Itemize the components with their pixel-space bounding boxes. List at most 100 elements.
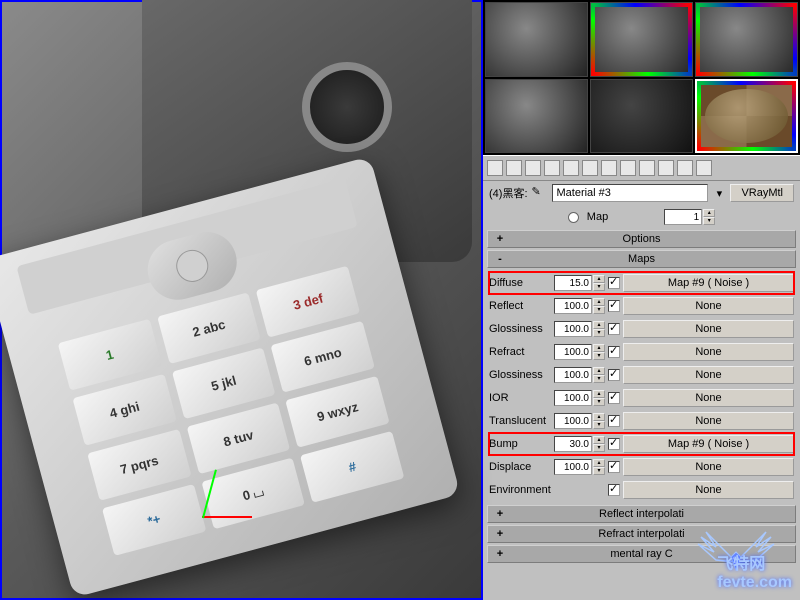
- pick-icon[interactable]: ✎: [532, 185, 548, 201]
- slot-index-label: (4)黑客:: [489, 185, 528, 201]
- put-to-scene-icon[interactable]: [506, 160, 522, 176]
- map-enable-checkbox[interactable]: [608, 484, 620, 496]
- spinner-down-icon[interactable]: ▾: [593, 375, 605, 383]
- spinner-down-icon[interactable]: ▾: [593, 283, 605, 291]
- spinner-up-icon[interactable]: ▴: [593, 275, 605, 283]
- go-parent-icon[interactable]: [677, 160, 693, 176]
- map-row-displace: Displace▴▾None: [489, 456, 794, 478]
- map-enable-checkbox[interactable]: [608, 346, 620, 358]
- map-slot-button[interactable]: Map #9 ( Noise ): [623, 274, 794, 292]
- spinner-down-icon[interactable]: ▾: [593, 352, 605, 360]
- map-row-translucent: Translucent▴▾None: [489, 410, 794, 432]
- material-slot[interactable]: [485, 79, 588, 154]
- map-enable-checkbox[interactable]: [608, 415, 620, 427]
- map-slot-button[interactable]: None: [623, 389, 794, 407]
- spinner-down-icon[interactable]: ▾: [593, 329, 605, 337]
- map-label: Refract: [489, 346, 551, 358]
- map-amount-spinner[interactable]: ▴▾: [554, 298, 605, 314]
- map-amount-spinner[interactable]: ▴▾: [554, 321, 605, 337]
- spinner-up-icon[interactable]: ▴: [703, 209, 715, 217]
- spinner-up-icon[interactable]: ▴: [593, 436, 605, 444]
- map-slot-button[interactable]: None: [623, 320, 794, 338]
- map-slot-button[interactable]: None: [623, 481, 794, 499]
- map-row-glossiness: Glossiness▴▾None: [489, 318, 794, 340]
- map-row-ior: IOR▴▾None: [489, 387, 794, 409]
- spinner-down-icon[interactable]: ▾: [593, 421, 605, 429]
- map-amount-spinner[interactable]: ▴▾: [554, 367, 605, 383]
- map-enable-checkbox[interactable]: [608, 461, 620, 473]
- map-amount-spinner[interactable]: ▴▾: [554, 390, 605, 406]
- material-id-icon[interactable]: [620, 160, 636, 176]
- map-row-reflect: Reflect▴▾None: [489, 295, 794, 317]
- map-enable-checkbox[interactable]: [608, 323, 620, 335]
- map-amount-spinner[interactable]: ▴▾: [554, 459, 605, 475]
- map-amount-spinner[interactable]: ▴▾: [554, 344, 605, 360]
- put-to-library-icon[interactable]: [601, 160, 617, 176]
- spinner-up-icon[interactable]: ▴: [593, 390, 605, 398]
- map-enable-checkbox[interactable]: [608, 277, 620, 289]
- map-label: Glossiness: [489, 323, 551, 335]
- map-slot-button[interactable]: None: [623, 297, 794, 315]
- transform-gizmo[interactable]: [202, 458, 262, 518]
- make-copy-icon[interactable]: [563, 160, 579, 176]
- rollout-options[interactable]: + Options: [487, 230, 796, 248]
- map-row-environment: EnvironmentNone: [489, 479, 794, 501]
- map-radio[interactable]: [568, 212, 579, 223]
- map-amount-spinner[interactable]: ▴▾: [554, 275, 605, 291]
- gizmo-y-axis[interactable]: [202, 469, 217, 518]
- spinner-up-icon[interactable]: ▴: [593, 321, 605, 329]
- assign-icon[interactable]: [525, 160, 541, 176]
- map-enable-checkbox[interactable]: [608, 392, 620, 404]
- map-label: Displace: [489, 461, 551, 473]
- map-row-diffuse: Diffuse▴▾Map #9 ( Noise ): [489, 272, 794, 294]
- spinner-down-icon[interactable]: ▾: [703, 217, 715, 225]
- map-enable-checkbox[interactable]: [608, 438, 620, 450]
- map-slot-button[interactable]: None: [623, 366, 794, 384]
- spinner-up-icon[interactable]: ▴: [593, 344, 605, 352]
- spinner-up-icon[interactable]: ▴: [593, 459, 605, 467]
- map-enable-checkbox[interactable]: [608, 300, 620, 312]
- rollout-maps[interactable]: - Maps: [487, 250, 796, 268]
- map-label: Translucent: [489, 415, 551, 427]
- map-label: Reflect: [489, 300, 551, 312]
- rollout-mental-ray[interactable]: + mental ray C: [487, 545, 796, 563]
- map-enable-checkbox[interactable]: [608, 369, 620, 381]
- material-name-input[interactable]: [552, 184, 709, 202]
- spinner-up-icon[interactable]: ▴: [593, 298, 605, 306]
- map-slot-button[interactable]: Map #9 ( Noise ): [623, 435, 794, 453]
- map-slot-button[interactable]: None: [623, 412, 794, 430]
- map-label: IOR: [489, 392, 551, 404]
- map-slot-button[interactable]: None: [623, 343, 794, 361]
- spinner-down-icon[interactable]: ▾: [593, 444, 605, 452]
- delete-icon[interactable]: [544, 160, 560, 176]
- get-material-icon[interactable]: [487, 160, 503, 176]
- material-slot[interactable]: [590, 2, 693, 77]
- spinner-down-icon[interactable]: ▾: [593, 398, 605, 406]
- material-slot[interactable]: [485, 2, 588, 77]
- spinner-up-icon[interactable]: ▴: [593, 367, 605, 375]
- spinner-up-icon[interactable]: ▴: [593, 413, 605, 421]
- spinner-down-icon[interactable]: ▾: [593, 467, 605, 475]
- map-row-glossiness: Glossiness▴▾None: [489, 364, 794, 386]
- spinner-down-icon[interactable]: ▾: [593, 306, 605, 314]
- map-amount-spinner[interactable]: ▴▾: [554, 413, 605, 429]
- material-type-button[interactable]: VRayMtl: [730, 184, 794, 202]
- map-radio-label: Map: [587, 211, 608, 223]
- map-slot-button[interactable]: None: [623, 458, 794, 476]
- material-slot[interactable]: [590, 79, 693, 154]
- map-amount-spinner[interactable]: ▴▾: [554, 436, 605, 452]
- make-unique-icon[interactable]: [582, 160, 598, 176]
- material-slot[interactable]: [695, 2, 798, 77]
- maps-body: Diffuse▴▾Map #9 ( Noise )Reflect▴▾NoneGl…: [483, 269, 800, 504]
- rollout-refract-interp[interactable]: + Refract interpolati: [487, 525, 796, 543]
- dropdown-icon[interactable]: ▾: [712, 187, 726, 200]
- show-end-result-icon[interactable]: [658, 160, 674, 176]
- gizmo-x-axis[interactable]: [202, 516, 252, 518]
- material-slot-selected[interactable]: [695, 79, 798, 154]
- rollout-reflect-interp[interactable]: + Reflect interpolati: [487, 505, 796, 523]
- show-map-icon[interactable]: [639, 160, 655, 176]
- map-label: Diffuse: [489, 277, 551, 289]
- go-forward-icon[interactable]: [696, 160, 712, 176]
- viewport-3d[interactable]: 1 2 abc 3 def 4 ghi 5 jkl 6 mno 7 pqrs 8…: [0, 0, 483, 600]
- basic-spinner[interactable]: ▴▾: [664, 209, 715, 225]
